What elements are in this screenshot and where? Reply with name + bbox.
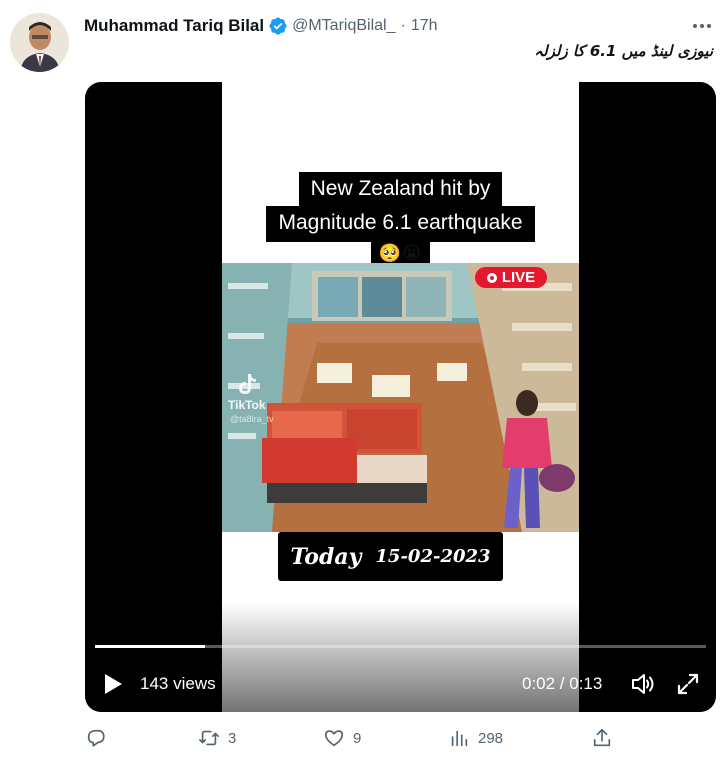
retweet-button[interactable]: 3 (198, 727, 236, 749)
tiktok-watermark: TikTok (228, 372, 266, 412)
progress-fill (95, 645, 205, 648)
caption-line-1: New Zealand hit by (298, 172, 503, 208)
author-name[interactable]: Muhammad Tariq Bilal (84, 16, 264, 36)
like-button[interactable]: 9 (323, 727, 361, 749)
timecode: 0:02 / 0:13 (522, 674, 603, 693)
live-label: LIVE (501, 269, 536, 286)
controls-overlay (85, 602, 716, 712)
more-icon[interactable] (691, 16, 713, 36)
live-badge: LIVE (475, 267, 547, 288)
view-count: 143 views (140, 674, 216, 693)
tweet-time[interactable]: 17h (411, 17, 438, 35)
tweet-actions: 3 9 298 (0, 727, 727, 755)
reply-icon (87, 729, 105, 747)
views-button[interactable]: 298 (448, 727, 503, 749)
video-player[interactable]: New Zealand hit by Magnitude 6.1 earthqu… (85, 82, 716, 712)
tweet-header: Muhammad Tariq Bilal @MTariqBilal_ · 17h (84, 14, 438, 38)
views-icon (451, 730, 468, 747)
verified-badge-icon[interactable] (268, 16, 288, 36)
live-dot-icon (486, 272, 497, 283)
avatar-image (10, 13, 69, 72)
tiktok-label: TikTok (228, 398, 266, 412)
date-value: 15-02-2023 (375, 546, 491, 567)
reply-button[interactable] (85, 727, 115, 749)
fullscreen-icon[interactable] (676, 672, 700, 696)
share-icon (593, 728, 611, 747)
caption-emoji-text: 🥺😭 (378, 243, 423, 263)
avatar[interactable] (10, 13, 69, 72)
like-icon (324, 730, 344, 747)
tiktok-logo-icon (239, 374, 256, 394)
separator-dot: · (400, 17, 406, 34)
views-count: 298 (478, 729, 504, 747)
share-button[interactable] (591, 727, 613, 749)
author-handle[interactable]: @MTariqBilal_ (292, 17, 395, 35)
date-word: Today (290, 543, 362, 570)
video-caption: New Zealand hit by Magnitude 6.1 earthqu… (222, 172, 579, 270)
tiktok-handle: @ta8lra_tv (230, 414, 274, 424)
date-overlay: Today 15-02-2023 (278, 532, 503, 581)
progress-bar[interactable] (95, 645, 706, 648)
retweet-icon (199, 730, 219, 746)
play-icon[interactable] (103, 673, 123, 695)
supermarket-scene (222, 263, 579, 532)
caption-line-2: Magnitude 6.1 earthquake (266, 206, 535, 242)
like-count: 9 (353, 729, 362, 747)
tweet-text: نیوزی لینڈ میں 6.1 کا زلزلہ (534, 42, 713, 60)
retweet-count: 3 (228, 729, 237, 747)
volume-icon[interactable] (631, 672, 656, 696)
